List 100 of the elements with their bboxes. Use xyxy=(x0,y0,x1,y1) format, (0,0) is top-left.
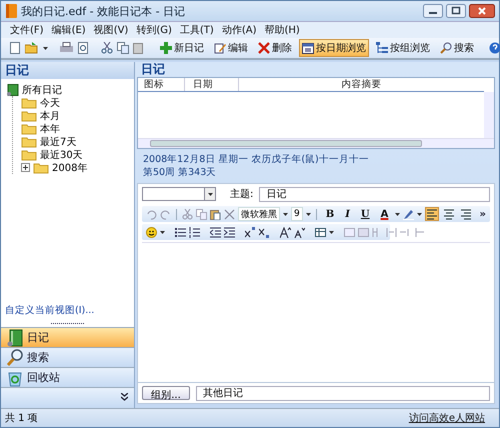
menu-item[interactable]: 工具(T) xyxy=(178,23,215,37)
menu-item[interactable]: 转到(G) xyxy=(135,23,173,37)
nav-button[interactable]: 回收站 xyxy=(1,367,134,387)
toolbar-button[interactable]: 搜索 xyxy=(437,39,477,57)
align-icon xyxy=(444,208,454,220)
dropdown-arrow-icon[interactable] xyxy=(283,212,288,216)
minimize-button[interactable] xyxy=(423,4,443,18)
week-text: 第50周 第343天 xyxy=(143,166,218,179)
item-count: 共 1 项 xyxy=(5,412,38,425)
dropdown-arrow-icon[interactable] xyxy=(395,212,400,216)
column-header[interactable]: 日期 xyxy=(184,78,238,91)
font-field[interactable]: 微软雅黑 xyxy=(238,207,280,221)
tree-item[interactable]: 所有日记 xyxy=(22,82,62,96)
column-header[interactable]: 图标 xyxy=(138,78,184,91)
merge-cell-icon[interactable] xyxy=(386,226,397,238)
folder-icon xyxy=(21,110,37,122)
print-preview-icon[interactable] xyxy=(77,42,89,54)
menu-item[interactable]: 编辑(E) xyxy=(50,23,87,37)
group-field[interactable]: 其他日记 xyxy=(196,386,490,400)
toolbar-button[interactable]: 新日记 xyxy=(157,39,207,57)
new-document-icon[interactable] xyxy=(9,42,21,54)
printer-icon[interactable] xyxy=(60,42,73,54)
tree-item[interactable]: 本年 xyxy=(40,122,60,136)
align-left-button[interactable] xyxy=(425,207,440,221)
bullet-list-icon[interactable] xyxy=(175,226,186,238)
maximize-button[interactable] xyxy=(446,4,466,18)
underline-button[interactable]: U xyxy=(356,207,374,221)
highlighter-icon[interactable] xyxy=(403,208,414,220)
italic-button[interactable]: I xyxy=(341,207,354,221)
tree-item[interactable]: 本月 xyxy=(40,108,60,122)
expand-icon[interactable] xyxy=(21,163,30,172)
custom-view-link[interactable]: 自定义当前视图(I)... xyxy=(1,302,134,323)
toolbar-button[interactable]: 按组浏览 xyxy=(373,39,433,57)
tree-item[interactable]: 2008年 xyxy=(52,160,88,174)
superscript-icon[interactable] xyxy=(245,226,256,238)
toolbar-button[interactable]: 按日期浏览 xyxy=(299,39,369,57)
tree-item[interactable]: 今天 xyxy=(40,96,60,110)
folder-icon xyxy=(21,148,37,160)
indent-icon[interactable] xyxy=(224,226,235,238)
scissors-icon[interactable] xyxy=(101,42,113,54)
close-button[interactable] xyxy=(469,4,495,18)
pencil-icon xyxy=(214,42,226,54)
nav-button[interactable]: 搜索 xyxy=(1,347,134,367)
group-button[interactable]: 组别... xyxy=(142,386,190,400)
app-icon xyxy=(5,4,17,18)
more-button[interactable]: » xyxy=(480,208,486,220)
table-icon[interactable] xyxy=(315,226,326,238)
magnifier-icon xyxy=(7,348,23,366)
book-icon xyxy=(7,328,23,346)
nav-button[interactable]: 日记 xyxy=(1,327,134,347)
window-title: 我的日记.edf - 效能日记本 - 日记 xyxy=(21,4,186,18)
chevron-down-icon[interactable] xyxy=(121,393,128,403)
dropdown-arrow-icon[interactable] xyxy=(43,46,48,50)
panel-title: 日记 xyxy=(141,61,165,78)
menu-item[interactable]: 视图(V) xyxy=(92,23,130,37)
font-color-button[interactable]: A xyxy=(376,207,392,221)
align-center-button[interactable] xyxy=(442,207,456,221)
search-icon xyxy=(440,42,452,54)
dropdown-arrow-icon[interactable] xyxy=(160,230,165,234)
shrink-font-icon[interactable] xyxy=(294,226,305,238)
book-icon xyxy=(7,84,19,96)
column-header[interactable]: 内容摘要 xyxy=(238,78,484,91)
tree-item[interactable]: 最近30天 xyxy=(40,148,83,162)
smiley-icon[interactable] xyxy=(146,226,157,238)
menu-item[interactable]: 帮助(H) xyxy=(263,23,301,37)
dropdown-field[interactable] xyxy=(142,187,216,201)
date-text: 2008年12月8日 星期一 农历戊子年(鼠)十一月十一 xyxy=(143,153,370,166)
paste-icon[interactable] xyxy=(210,208,221,220)
tree-item[interactable]: 最近7天 xyxy=(40,134,76,148)
grow-font-icon[interactable] xyxy=(280,226,291,238)
subscript-icon[interactable] xyxy=(259,226,270,238)
menu-item[interactable]: 文件(F) xyxy=(9,23,45,37)
subject-label: 主题: xyxy=(229,188,254,201)
help-icon[interactable] xyxy=(489,42,500,54)
folder-icon xyxy=(33,162,49,174)
dropdown-arrow-icon[interactable] xyxy=(417,212,422,216)
dropdown-arrow-icon xyxy=(208,192,212,196)
clear-icon[interactable] xyxy=(224,208,235,220)
numbered-list-icon[interactable] xyxy=(189,226,200,238)
dropdown-arrow-icon[interactable] xyxy=(306,212,311,216)
outdent-icon[interactable] xyxy=(210,226,221,238)
delete-icon xyxy=(258,42,270,54)
website-link[interactable]: 访问高效e人网站 xyxy=(408,411,495,425)
horizontal-scrollbar[interactable] xyxy=(138,138,494,148)
folder-icon xyxy=(21,136,37,148)
font-size-field[interactable]: 9 xyxy=(291,207,303,221)
copy-icon[interactable] xyxy=(117,42,129,54)
folder-icon xyxy=(21,122,37,134)
toolbar-button[interactable]: 删除 xyxy=(255,39,295,57)
bold-button[interactable]: B xyxy=(322,207,338,221)
toolbar-button[interactable]: 编辑 xyxy=(211,39,251,57)
align-right-button[interactable] xyxy=(459,207,474,221)
tree-icon xyxy=(376,42,388,54)
subject-field[interactable]: 日记 xyxy=(259,186,490,202)
dropdown-arrow-icon[interactable] xyxy=(329,230,334,234)
vertical-scrollbar[interactable] xyxy=(484,92,494,138)
align-icon xyxy=(461,208,472,220)
menu-item[interactable]: 动作(A) xyxy=(220,23,258,37)
paste-icon[interactable] xyxy=(133,42,145,54)
plus-icon xyxy=(160,42,172,54)
